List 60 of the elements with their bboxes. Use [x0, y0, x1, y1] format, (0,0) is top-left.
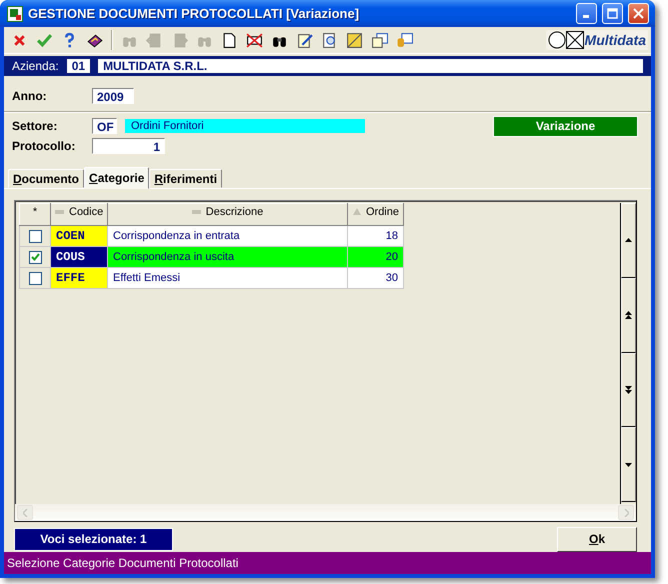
- app-icon: [7, 6, 23, 22]
- checkmark-icon[interactable]: [36, 32, 53, 48]
- double-arrow-down-icon: [625, 386, 632, 394]
- column-header[interactable]: Ordine: [348, 204, 404, 226]
- chevron-right-icon: [624, 508, 628, 516]
- table-cell: 20: [348, 246, 404, 268]
- delete-icon[interactable]: [246, 32, 263, 48]
- selected-count: Voci selezionate: 1: [14, 528, 173, 550]
- protocol-label: Protocollo:: [12, 139, 76, 153]
- company-label: Azienda:: [12, 59, 59, 73]
- company-name: MULTIDATA S.R.L.: [98, 59, 643, 73]
- table-cell: Effetti Emessi: [108, 268, 348, 288]
- page-down-button[interactable]: [621, 352, 636, 428]
- chevron-left-icon: [22, 508, 28, 516]
- table-cell: COEN: [50, 226, 108, 246]
- status-bar: Selezione Categorie Documenti Protocollati: [4, 552, 651, 574]
- tab[interactable]: Categorie: [84, 167, 150, 189]
- windows-icon[interactable]: [371, 32, 388, 48]
- column-header[interactable]: Codice: [50, 204, 108, 226]
- maximize-button[interactable]: [602, 3, 623, 24]
- checkbox[interactable]: [28, 230, 42, 242]
- notepad-icon[interactable]: [296, 32, 313, 48]
- protocol-field[interactable]: 1: [92, 138, 165, 154]
- scroll-up-button[interactable]: [621, 203, 636, 278]
- magnifier-page-icon[interactable]: [321, 32, 338, 48]
- table-cell: 18: [348, 226, 404, 246]
- tab[interactable]: Riferimenti: [149, 169, 222, 188]
- year-field[interactable]: 2009: [92, 88, 134, 104]
- column-header[interactable]: *: [20, 204, 50, 226]
- minimize-button[interactable]: [576, 3, 597, 24]
- crossed-square-icon: [566, 31, 584, 49]
- tab[interactable]: Documento: [8, 169, 84, 188]
- close-button[interactable]: [628, 3, 649, 24]
- arrow-down-icon: [625, 462, 632, 467]
- maximize-icon: [607, 8, 618, 19]
- year-label: Anno:: [12, 89, 48, 103]
- sector-name: Ordini Fornitori: [125, 119, 365, 133]
- blank-page-icon[interactable]: [221, 32, 238, 48]
- window-title: GESTIONE DOCUMENTI PROTOCOLLATI [Variazione]: [28, 6, 360, 21]
- close-icon: [633, 8, 644, 19]
- table-cell: EFFE: [50, 268, 108, 288]
- page-up-button[interactable]: [621, 278, 636, 352]
- ok-button[interactable]: Ok: [557, 526, 637, 552]
- scroll-down-button[interactable]: [621, 427, 636, 502]
- checkbox[interactable]: [28, 250, 42, 264]
- arrow-up-icon: [625, 238, 632, 242]
- column-header[interactable]: Descrizione: [108, 204, 348, 226]
- mode-indicator: Variazione: [493, 116, 638, 136]
- company-code: 01: [66, 59, 90, 73]
- circle-icon: [548, 31, 566, 49]
- checkbox[interactable]: [28, 272, 42, 284]
- database-icon[interactable]: [396, 32, 413, 48]
- table-cell: Corrispondenza in uscita: [108, 246, 348, 268]
- sector-code-field[interactable]: OF: [92, 118, 117, 134]
- table-cell: 30: [348, 268, 404, 288]
- brand-name: Multidata: [584, 32, 646, 48]
- table-cell: Corrispondenza in entrata: [108, 226, 348, 246]
- sector-label: Settore:: [12, 119, 58, 133]
- table-cell: COUS: [50, 246, 108, 268]
- double-arrow-up-icon: [625, 311, 632, 320]
